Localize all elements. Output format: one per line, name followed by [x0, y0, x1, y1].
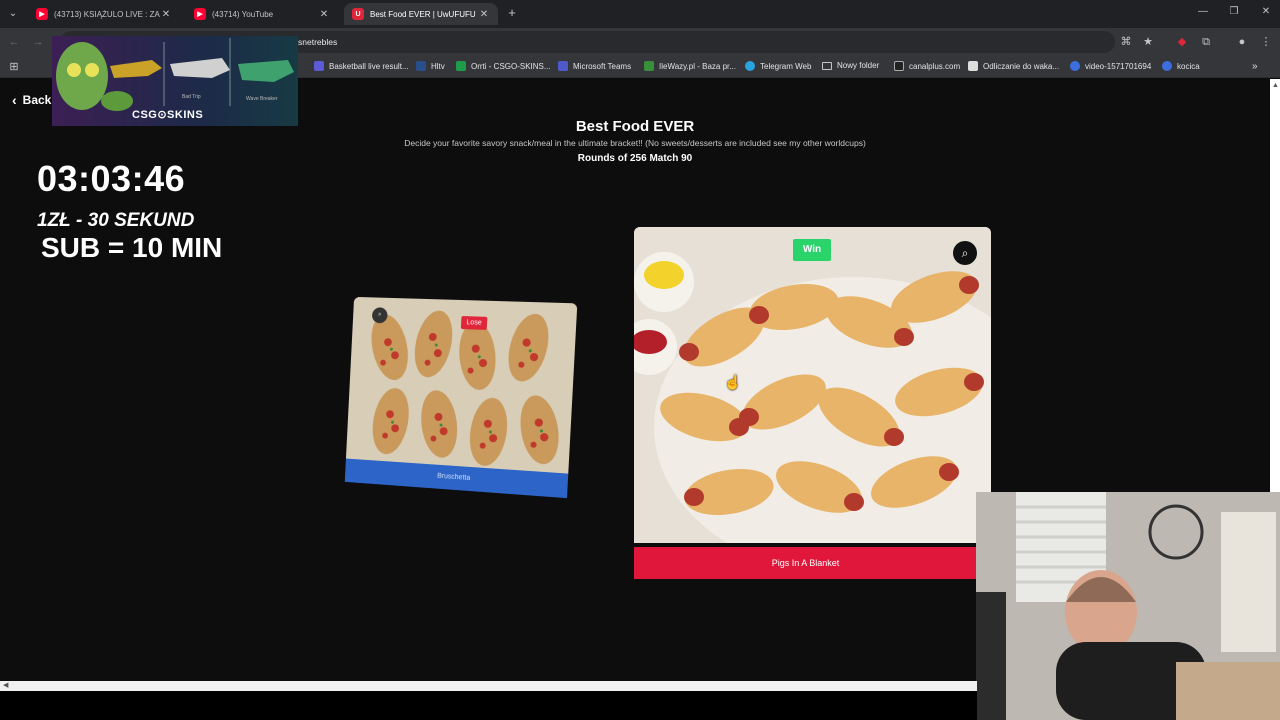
winner-card[interactable]: Win ⌕ Pigs In A Blanket [634, 227, 991, 579]
bookmark-csgo-skins[interactable]: Orrti - CSGO-SKINS... [456, 61, 551, 71]
address-bar-text: snetrebles [298, 37, 338, 47]
profile-avatar-icon[interactable]: ● [1234, 34, 1250, 50]
bookmark-star-icon[interactable]: ★ [1140, 34, 1156, 50]
csgoskins-logo: CSG⊙SKINS [132, 109, 204, 121]
winner-name: Pigs In A Blanket [634, 547, 977, 579]
bookmark-odliczanie[interactable]: Odliczanie do waka... [968, 61, 1059, 71]
lose-badge: Lose [460, 316, 488, 330]
scroll-up-icon[interactable]: ▲ [1272, 82, 1279, 89]
back-label: Back [22, 93, 52, 107]
minimize-icon[interactable]: — [1193, 6, 1213, 17]
bookmark-favicon-icon [745, 61, 755, 71]
hand-cursor-icon: ☝ [724, 374, 742, 390]
bookmark-favicon-icon [314, 61, 324, 71]
bookmark-microsoft-teams[interactable]: Microsoft Teams [558, 61, 631, 71]
bookmark-hltv[interactable]: Hltv [416, 61, 445, 71]
close-icon[interactable]: ✕ [160, 9, 172, 20]
back-button[interactable]: ‹ Back [12, 92, 51, 108]
bookmark-canalplus[interactable]: canalplus.com [894, 61, 960, 71]
tab-title: (43714) YouTube [212, 9, 274, 19]
scroll-left-icon[interactable]: ◀ [3, 681, 8, 691]
round-info: Rounds of 256 Match 90 [577, 153, 693, 164]
bookmark-favicon-icon [1162, 61, 1172, 71]
apps-grid-icon[interactable]: ⊞ [6, 59, 22, 75]
donation-rate: 1ZŁ - 30 SEKUND [37, 210, 195, 231]
sponsor-banner: Bad Trip Wave Breaker CSG⊙SKINS [52, 36, 298, 126]
banner-caption: Bad Trip [182, 94, 201, 100]
youtube-icon: ▶ [36, 8, 48, 20]
extensions-puzzle-icon[interactable]: ⧉ [1198, 34, 1214, 50]
close-window-icon[interactable]: ✕ [1256, 6, 1276, 17]
bookmark-telegram[interactable]: Telegram Web [745, 61, 811, 71]
tab-best-food-ever[interactable]: U Best Food EVER | UwUFUFU ✕ [344, 3, 498, 25]
browser-tab-bar: ⌄ ▶ (43713) KSIĄŻULO LIVE : ZAMY ✕ ▶ (43… [0, 0, 1280, 28]
close-icon[interactable]: ✕ [318, 9, 330, 20]
bookmark-basketball[interactable]: Basketball live result... [314, 61, 409, 71]
chevron-left-icon: ‹ [12, 92, 17, 108]
more-bookmarks-icon[interactable]: » [1252, 61, 1258, 72]
bookmark-ilewazy[interactable]: IleWazy.pl - Baza pr... [644, 61, 736, 71]
restore-icon[interactable]: ❐ [1224, 6, 1244, 17]
youtube-icon: ▶ [194, 8, 206, 20]
menu-kebab-icon[interactable]: ⋮ [1258, 34, 1274, 50]
uwufufu-icon: U [352, 8, 364, 20]
bookmark-video[interactable]: video-1571701694 [1070, 61, 1151, 71]
forward-nav-icon[interactable]: → [30, 34, 46, 50]
bookmark-nowy-folder[interactable]: Nowy folder [822, 61, 879, 70]
horizontal-scrollbar[interactable] [0, 681, 977, 691]
vertical-scrollbar[interactable] [1270, 79, 1280, 492]
bookmark-favicon-icon [416, 61, 426, 71]
tab-ksiazulo-live[interactable]: ▶ (43713) KSIĄŻULO LIVE : ZAMY ✕ [28, 3, 180, 25]
tab-title: (43713) KSIĄŻULO LIVE : ZAMY [54, 9, 160, 19]
tab-search-icon[interactable]: ⌄ [4, 5, 22, 23]
win-badge: Win [793, 239, 831, 261]
new-tab-icon[interactable]: + [504, 5, 520, 21]
bookmark-favicon-icon [1070, 61, 1080, 71]
close-icon[interactable]: ✕ [478, 9, 490, 20]
bookmark-kocica[interactable]: kocica [1162, 61, 1200, 71]
translate-icon[interactable]: ⌘ [1118, 34, 1134, 50]
pigs-in-a-blanket-image [634, 227, 991, 543]
screen: ⌄ ▶ (43713) KSIĄŻULO LIVE : ZAMY ✕ ▶ (43… [0, 0, 1280, 720]
extension-icon[interactable]: ◆ [1174, 34, 1190, 50]
bookmark-favicon-icon [644, 61, 654, 71]
bookmark-favicon-icon [558, 61, 568, 71]
bottom-black-bar [0, 691, 977, 720]
tab-title: Best Food EVER | UwUFUFU [370, 9, 476, 19]
banner-caption: Wave Breaker [246, 96, 278, 102]
loser-card[interactable]: ⌕ Lose Bruschetta [344, 296, 578, 514]
bookmark-favicon-icon [968, 61, 978, 71]
back-nav-icon[interactable]: ← [6, 34, 22, 50]
stream-timer: 03:03:46 [37, 158, 186, 199]
sub-rate: SUB = 10 MIN [41, 232, 223, 263]
winner-zoom-icon[interactable]: ⌕ [953, 241, 977, 265]
tab-youtube[interactable]: ▶ (43714) YouTube ✕ [186, 3, 338, 25]
page-description: Decide your favorite savory snack/meal i… [404, 138, 866, 148]
bookmark-favicon-icon [894, 61, 904, 71]
bookmark-favicon-icon [456, 61, 466, 71]
webcam-feed [976, 492, 1280, 720]
folder-icon [822, 61, 832, 70]
